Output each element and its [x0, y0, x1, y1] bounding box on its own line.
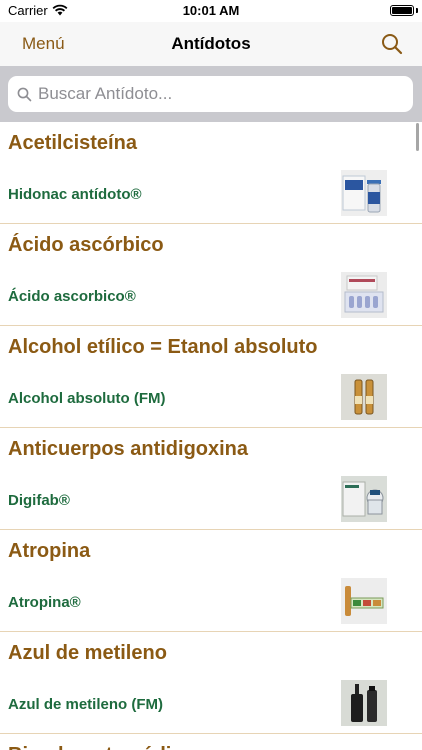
item-label: Hidonac antídoto®: [8, 186, 142, 203]
item-label: Ácido ascorbico®: [8, 288, 136, 305]
alcohol-ampoules-photo: [341, 374, 387, 420]
page-title: Antídotos: [171, 34, 251, 53]
list-item[interactable]: Digifab®: [0, 472, 422, 530]
digifab-box-photo: [341, 476, 387, 522]
ascorbic-acid-ampoules-photo: [341, 272, 387, 318]
navigation-bar: Menú Antídotos: [0, 22, 422, 66]
list-item[interactable]: Alcohol absoluto (FM): [0, 370, 422, 428]
hidonac-vial-photo: [341, 170, 387, 216]
scroll-indicator[interactable]: [416, 123, 419, 151]
battery-icon: [390, 5, 414, 16]
list-item[interactable]: Azul de metileno (FM): [0, 676, 422, 734]
search-icon[interactable]: [380, 32, 404, 56]
section-header: Azul de metileno: [8, 642, 167, 664]
search-input[interactable]: [38, 76, 403, 112]
list-item[interactable]: Ácido ascorbico®: [0, 268, 422, 326]
list-item[interactable]: Hidonac antídoto®: [0, 166, 422, 224]
status-bar: Carrier 10:01 AM: [0, 0, 422, 22]
search-glass-icon: [17, 87, 32, 102]
methylene-blue-bottle-photo: [341, 680, 387, 726]
status-time: 10:01 AM: [182, 3, 240, 18]
section-header: Alcohol etílico = Etanol absoluto: [8, 336, 318, 358]
search-bar: [0, 66, 422, 122]
section-header: Atropina: [8, 540, 91, 562]
section-header: Ácido ascórbico: [8, 234, 164, 256]
section-header: Acetilcisteína: [8, 132, 137, 154]
section-header: Bicarbonato sódico: [0, 734, 422, 750]
list-item[interactable]: Atropina®: [0, 574, 422, 632]
atropina-ampoules-photo: [341, 578, 387, 624]
section-header: Anticuerpos antidigoxina: [8, 438, 249, 460]
item-label: Alcohol absoluto (FM): [8, 390, 166, 407]
search-field-container[interactable]: [8, 76, 413, 112]
item-label: Atropina®: [8, 594, 81, 611]
item-label: Digifab®: [8, 492, 70, 509]
battery-tip: [416, 8, 418, 13]
antidote-list: Acetilcisteína Hidonac antídoto® Ácido a…: [0, 122, 422, 750]
item-label: Azul de metileno (FM): [8, 696, 163, 713]
